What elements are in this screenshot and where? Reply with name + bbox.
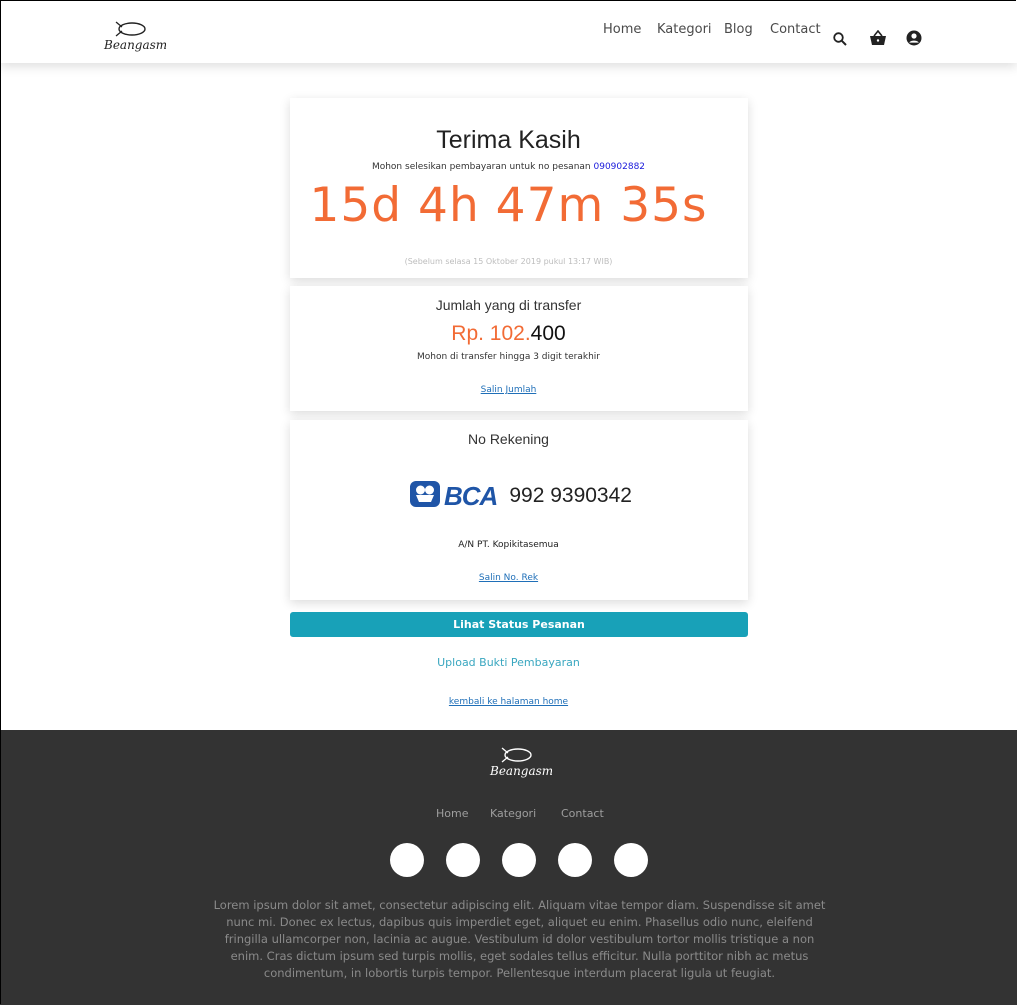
footer-nav-contact[interactable]: Contact: [561, 807, 604, 820]
nav-contact[interactable]: Contact: [770, 22, 821, 37]
footer-logo[interactable]: Beangasm: [488, 746, 553, 780]
svg-text:Beangasm: Beangasm: [489, 764, 552, 778]
instruction-text: Mohon selesikan pembayaran untuk no pesa…: [371, 162, 591, 172]
amount-main: Rp. 102.: [451, 322, 531, 345]
transfer-label: Jumlah yang di transfer: [435, 297, 582, 313]
social-link[interactable]: [390, 843, 424, 877]
account-number: 992 9390342: [509, 484, 632, 507]
bank-name: BCA: [444, 480, 498, 511]
copy-amount-link[interactable]: Salin Jumlah: [481, 385, 537, 395]
transfer-note: Mohon di transfer hingga 3 digit terakhi…: [416, 352, 601, 362]
transfer-amount: Rp. 102.400: [0, 322, 1017, 346]
brand-logo[interactable]: Beangasm: [102, 20, 166, 54]
nav-blog[interactable]: Blog: [724, 22, 753, 37]
deadline-text: (Sebelum selasa 15 Oktober 2019 pukul 13…: [404, 257, 613, 266]
account-holder: A/N PT. Kopikitasemua: [458, 540, 559, 550]
view-order-status-button[interactable]: Lihat Status Pesanan: [290, 612, 748, 637]
back-home-link[interactable]: kembali ke halaman home: [449, 697, 568, 707]
copy-account-link[interactable]: Salin No. Rek: [479, 573, 538, 583]
social-link[interactable]: [446, 843, 480, 877]
nav-kategori[interactable]: Kategori: [657, 22, 712, 37]
amount-last-digits: 400: [530, 322, 566, 345]
footer-nav-kategori[interactable]: Kategori: [490, 807, 536, 820]
account-label: No Rekening: [468, 431, 549, 447]
svg-text:Beangasm: Beangasm: [103, 38, 166, 52]
footer-description: Lorem ipsum dolor sit amet, consectetur …: [213, 898, 826, 980]
social-link[interactable]: [502, 843, 536, 877]
nav-home[interactable]: Home: [603, 22, 641, 37]
footer-nav-home[interactable]: Home: [436, 807, 468, 820]
bca-logo-icon: [410, 481, 440, 511]
upload-proof-link[interactable]: Upload Bukti Pembayaran: [437, 656, 580, 669]
page-title: Terima Kasih: [436, 126, 581, 154]
bank-account-row: BCA 992 9390342: [410, 481, 632, 511]
countdown-timer: 15d 4h 47m 35s: [309, 178, 708, 233]
search-icon[interactable]: [832, 30, 848, 48]
basket-icon[interactable]: [868, 29, 888, 47]
user-icon[interactable]: [905, 29, 923, 47]
payment-instruction: Mohon selesikan pembayaran untuk no pesa…: [0, 162, 1017, 172]
order-number: 090902882: [593, 162, 646, 172]
social-link[interactable]: [558, 843, 592, 877]
social-link[interactable]: [614, 843, 648, 877]
